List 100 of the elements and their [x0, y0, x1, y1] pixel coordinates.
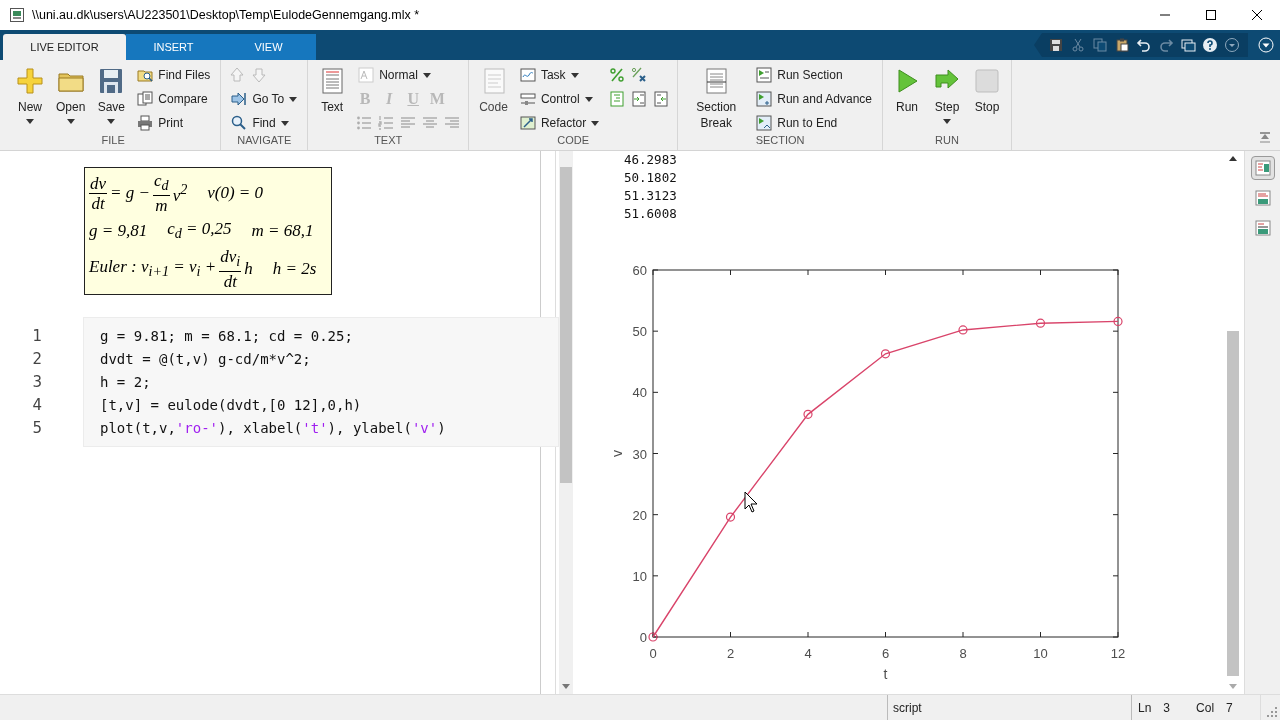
outdent-icon[interactable]: [653, 91, 670, 107]
code-line: plot(t,v,'ro-'), xlabel('t'), ylabel('v'): [100, 419, 447, 439]
data-point: [958, 325, 968, 335]
line-number: 4: [31, 395, 43, 417]
math-text: v(0) = 0: [207, 183, 264, 204]
square-icon: [973, 67, 1001, 95]
scrollbar[interactable]: [559, 151, 573, 694]
tick-label: 4: [804, 646, 812, 661]
math-text: c$_{d}$ = 0,25: [167, 219, 232, 243]
ribbon-button[interactable]: Run Section: [754, 65, 874, 85]
ribbon-button[interactable]: Step: [929, 65, 965, 134]
group-label: RUN: [934, 134, 960, 148]
indent-icon[interactable]: [631, 91, 648, 107]
scrollbar-thumb[interactable]: [1227, 331, 1239, 676]
ribbon-button[interactable]: Refactor: [517, 113, 602, 133]
help-icon[interactable]: [1202, 37, 1218, 53]
math-text: h: [244, 258, 253, 279]
ribbon-button[interactable]: Run to End: [754, 113, 874, 133]
ribbon-button[interactable]: Find: [229, 113, 300, 133]
data-point: [1035, 318, 1046, 328]
control-icon: [519, 91, 536, 107]
run-advance-icon: [756, 91, 773, 107]
code-line: [t,v] = eulode(dvdt,[0 12],0,h): [100, 396, 363, 416]
scroll-down-icon[interactable]: [562, 684, 570, 689]
fraction: dv dt: [89, 173, 108, 213]
paste-icon[interactable]: [1114, 37, 1130, 53]
line-number: 5: [31, 418, 43, 440]
redo-icon[interactable]: [1158, 37, 1174, 53]
output-value: 50.1802: [624, 169, 678, 187]
refactor-icon: [519, 115, 536, 131]
output-layout-icon: [1254, 190, 1271, 206]
tick-label: 10: [1033, 646, 1048, 661]
ribbon-button[interactable]: Save: [93, 65, 130, 134]
tick-label: 8: [959, 646, 967, 661]
maximize-icon[interactable]: [1206, 10, 1216, 20]
ribbon-tab[interactable]: LIVE EDITOR: [3, 34, 126, 60]
status-value: 7: [1226, 700, 1233, 715]
ribbon-tab[interactable]: VIEW: [221, 34, 316, 60]
windows-icon[interactable]: [1180, 37, 1196, 53]
output-view-button[interactable]: [1250, 156, 1275, 180]
ribbon-button[interactable]: Compare: [135, 89, 213, 109]
percent-icon[interactable]: [609, 67, 626, 83]
scroll-down-icon[interactable]: [1229, 684, 1237, 689]
pin-icon[interactable]: [1258, 130, 1272, 144]
go-to-icon: [231, 91, 248, 107]
tick-label: 10: [632, 568, 647, 584]
output-value: 46.2983: [624, 151, 678, 169]
ribbon-button[interactable]: Normal: [356, 65, 461, 85]
folder-search-icon: [137, 67, 154, 83]
undo-icon[interactable]: [1136, 37, 1152, 53]
output-value: 51.6008: [624, 205, 678, 223]
axis-label: v: [609, 450, 625, 457]
code-line: g = 9.81; m = 68.1; cd = 0.25;: [100, 327, 354, 347]
group-label: NAVIGATE: [236, 134, 293, 148]
compare-icon: [137, 91, 154, 107]
percent-remove-icon[interactable]: [631, 67, 648, 83]
tick-label: 0: [649, 646, 657, 661]
save-icon[interactable]: [1048, 37, 1064, 53]
ribbon-button[interactable]: Find Files: [135, 65, 213, 85]
data-point: [1113, 316, 1123, 326]
plus-icon: [16, 67, 44, 95]
indent-icon[interactable]: [609, 91, 626, 107]
math-text: g = 9,81: [89, 221, 148, 242]
math-text: = g −: [110, 183, 150, 204]
tick-label: 50: [632, 324, 647, 340]
ribbon-button[interactable]: Stop: [969, 65, 1005, 134]
code-line: dvdt = @(t,v) g-cd/m*v^2;: [100, 350, 312, 370]
ribbon-button[interactable]: Open: [52, 65, 90, 134]
line-number: 3: [31, 372, 43, 394]
ribbon-button[interactable]: Control: [517, 89, 602, 109]
dropdown-icon[interactable]: [1224, 37, 1240, 53]
status-label: Ln: [1138, 700, 1152, 715]
ribbon-button[interactable]: Run: [889, 65, 925, 134]
resize-grip-icon[interactable]: [1267, 707, 1277, 717]
scissors-icon[interactable]: [1070, 37, 1086, 53]
line-number: 1: [31, 326, 43, 348]
ribbon-button[interactable]: New: [12, 65, 48, 134]
group-label: CODE: [556, 134, 591, 148]
ribbon-button[interactable]: Section Break: [684, 65, 749, 134]
status-mode: script: [887, 695, 1131, 720]
collapse-ribbon-icon[interactable]: [1258, 37, 1274, 53]
ribbon-button[interactable]: Go To: [229, 89, 300, 109]
run-section-icon: [756, 67, 773, 83]
scrollbar-thumb[interactable]: [560, 167, 572, 483]
ribbon-button[interactable]: Print: [135, 113, 213, 133]
document-icon: [9, 7, 25, 23]
tick-label: 2: [726, 646, 735, 661]
scroll-up-icon[interactable]: [1229, 156, 1237, 161]
copy-icon[interactable]: [1092, 37, 1108, 53]
status-label: Col: [1196, 700, 1215, 715]
group-label: TEXT: [373, 134, 404, 148]
close-icon[interactable]: [1252, 10, 1262, 20]
ribbon-button[interactable]: Text: [314, 65, 351, 134]
output-layout-icon: [1254, 220, 1271, 236]
ribbon-button[interactable]: Task: [517, 65, 602, 85]
math-text: m = 68,1: [251, 221, 314, 242]
ribbon-tab[interactable]: INSERT: [126, 34, 221, 60]
math-text: v$^{2}$: [172, 180, 188, 206]
ribbon-button[interactable]: Run and Advance: [754, 89, 874, 109]
fraction: dv$_{i}$ dt: [219, 246, 242, 292]
